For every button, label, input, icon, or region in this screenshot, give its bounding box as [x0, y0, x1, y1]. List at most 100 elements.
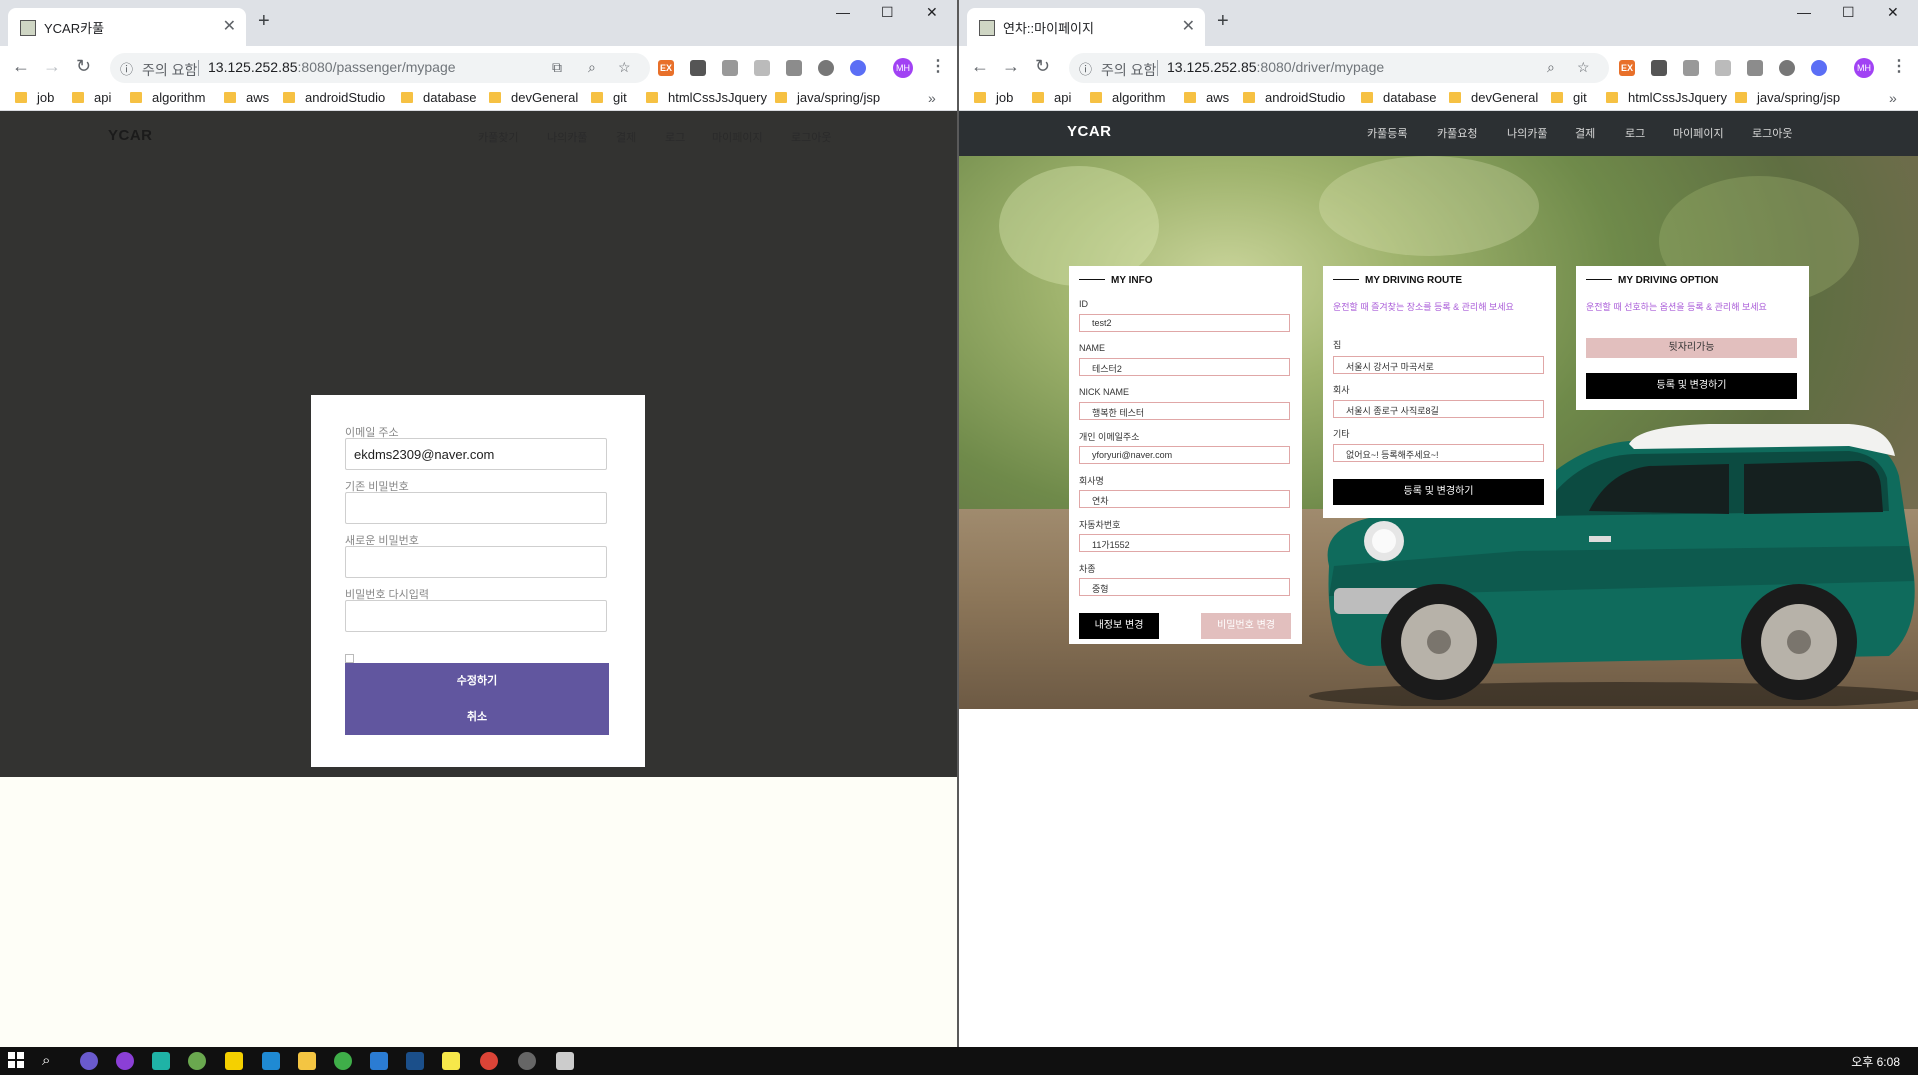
windows-start-icon[interactable] [8, 1052, 26, 1070]
nav-mypage[interactable]: 마이페이지 [1673, 125, 1724, 141]
bookmark-folder[interactable]: algorithm [130, 90, 205, 105]
taskbar-app-icon[interactable] [370, 1052, 388, 1070]
close-window-icon[interactable]: ✕ [1887, 4, 1899, 21]
url-text[interactable]: 13.125.252.85:8080/driver/mypage [1167, 59, 1384, 75]
settings-gear-icon[interactable] [518, 1052, 536, 1070]
nickname-field[interactable]: 행복한 테스터 [1079, 402, 1290, 420]
home-field[interactable]: 서울시 강서구 마곡서로 [1333, 356, 1544, 374]
zoom-icon[interactable]: ⌕ [1547, 59, 1555, 76]
nav-logout[interactable]: 로그아웃 [791, 129, 831, 145]
address-bar[interactable]: ⓘ 주의 요함 13.125.252.85:8080/driver/mypage… [1069, 53, 1609, 83]
bookmark-folder[interactable]: job [974, 90, 1013, 105]
name-field[interactable]: 테스터2 [1079, 358, 1290, 376]
taskbar-app-icon[interactable] [116, 1052, 134, 1070]
bookmark-folder[interactable]: api [1032, 90, 1071, 105]
nav-logout[interactable]: 로그아웃 [1752, 125, 1792, 141]
extension-image-icon[interactable] [1747, 60, 1763, 76]
work-field[interactable]: 서울시 종로구 사직로8길 [1333, 400, 1544, 418]
extension-reader-icon[interactable] [1651, 60, 1667, 76]
nav-my-carpool[interactable]: 나의카풀 [547, 129, 587, 145]
etc-field[interactable]: 없어요~! 등록해주세요~! [1333, 444, 1544, 462]
minimize-icon[interactable]: — [1797, 4, 1811, 20]
bookmark-folder[interactable]: job [15, 90, 54, 105]
back-icon[interactable]: ← [971, 56, 989, 77]
sticky-notes-icon[interactable] [442, 1052, 460, 1070]
id-field[interactable]: test2 [1079, 314, 1290, 332]
nav-register-carpool[interactable]: 카풀등록 [1367, 125, 1407, 141]
extension-circle-icon[interactable] [1779, 60, 1795, 76]
taskbar-app-icon[interactable] [152, 1052, 170, 1070]
change-password-button[interactable]: 비밀번호 변경 [1201, 613, 1291, 639]
nav-payment[interactable]: 결제 [1575, 125, 1595, 141]
bookmark-folder[interactable]: database [1361, 90, 1437, 105]
extension-ex-icon[interactable]: EX [658, 60, 674, 76]
zoom-icon[interactable]: ⌕ [588, 59, 596, 76]
bookmark-folder[interactable]: aws [224, 90, 269, 105]
bookmark-folder[interactable]: androidStudio [283, 90, 385, 105]
minimize-icon[interactable]: — [836, 4, 850, 20]
menu-kebab-icon[interactable]: ⋮ [930, 56, 946, 76]
file-explorer-icon[interactable] [298, 1052, 316, 1070]
bookmark-folder[interactable]: git [591, 90, 627, 105]
forward-icon[interactable]: → [1002, 56, 1020, 77]
company-field[interactable]: 연차 [1079, 490, 1290, 508]
forward-icon[interactable]: → [43, 56, 61, 77]
nav-payment[interactable]: 결제 [616, 129, 636, 145]
extension-blue-icon[interactable] [850, 60, 866, 76]
bookmark-folder[interactable]: database [401, 90, 477, 105]
bookmarks-overflow-icon[interactable]: » [1889, 90, 1897, 106]
route-save-button[interactable]: 등록 및 변경하기 [1333, 479, 1544, 505]
taskbar-app-icon[interactable] [188, 1052, 206, 1070]
extension-blue-icon[interactable] [1811, 60, 1827, 76]
bookmark-folder[interactable]: java/spring/jsp [1735, 90, 1840, 105]
new-tab-icon[interactable]: + [258, 10, 270, 33]
bookmark-folder[interactable]: devGeneral [489, 90, 578, 105]
maximize-icon[interactable]: ☐ [881, 4, 894, 21]
bookmark-folder[interactable]: api [72, 90, 111, 105]
extension-reader-icon[interactable] [690, 60, 706, 76]
cancel-button[interactable]: 취소 [345, 699, 609, 735]
bookmark-folder[interactable]: htmlCssJsJquery [646, 90, 767, 105]
email-field[interactable]: yforyuri@naver.com [1079, 446, 1290, 464]
info-icon[interactable]: ⓘ [120, 59, 133, 78]
maximize-icon[interactable]: ☐ [1842, 4, 1855, 21]
confirm-password-field[interactable] [345, 600, 607, 632]
taskbar-app-icon[interactable] [406, 1052, 424, 1070]
url-text[interactable]: 13.125.252.85:8080/passenger/mypage [208, 59, 456, 75]
email-field[interactable]: ekdms2309@naver.com [345, 438, 607, 470]
info-icon[interactable]: ⓘ [1079, 59, 1092, 78]
bookmark-folder[interactable]: htmlCssJsJquery [1606, 90, 1727, 105]
extension-circle-icon[interactable] [818, 60, 834, 76]
reload-icon[interactable]: ↻ [1035, 56, 1050, 77]
menu-kebab-icon[interactable]: ⋮ [1891, 56, 1907, 76]
bookmark-folder[interactable]: devGeneral [1449, 90, 1538, 105]
new-tab-icon[interactable]: + [1217, 10, 1229, 33]
nav-my-carpool[interactable]: 나의카풀 [1507, 125, 1547, 141]
bookmark-folder[interactable]: aws [1184, 90, 1229, 105]
browser-tab[interactable]: YCAR카풀 ✕ [8, 8, 246, 46]
bookmark-folder[interactable]: git [1551, 90, 1587, 105]
bookmark-star-icon[interactable]: ☆ [1577, 59, 1590, 76]
vscode-icon[interactable] [262, 1052, 280, 1070]
option-tag-rear-seat[interactable]: 뒷자리가능 [1586, 338, 1797, 358]
browser-tab[interactable]: 연차::마이페이지 ✕ [967, 8, 1205, 46]
kakaotalk-icon[interactable] [225, 1052, 243, 1070]
extension-barcode-icon[interactable] [1683, 60, 1699, 76]
close-tab-icon[interactable]: ✕ [1182, 16, 1195, 36]
close-window-icon[interactable]: ✕ [926, 4, 938, 21]
address-bar[interactable]: ⓘ 주의 요함 13.125.252.85:8080/passenger/myp… [110, 53, 650, 83]
taskbar-clock[interactable]: 오후 6:08 [1851, 1053, 1900, 1070]
nav-find-carpool[interactable]: 카풀찾기 [478, 129, 518, 145]
extension-tree-icon[interactable] [754, 60, 770, 76]
bookmark-folder[interactable]: androidStudio [1243, 90, 1345, 105]
car-type-field[interactable]: 중형 [1079, 578, 1290, 596]
bookmark-folder[interactable]: algorithm [1090, 90, 1165, 105]
new-password-field[interactable] [345, 546, 607, 578]
option-save-button[interactable]: 등록 및 변경하기 [1586, 373, 1797, 399]
bookmark-folder[interactable]: java/spring/jsp [775, 90, 880, 105]
taskbar-app-icon[interactable] [80, 1052, 98, 1070]
site-logo[interactable]: YCAR [1067, 123, 1112, 140]
site-logo[interactable]: YCAR [108, 127, 153, 144]
profile-avatar[interactable]: MH [893, 58, 913, 78]
profile-avatar[interactable]: MH [1854, 58, 1874, 78]
